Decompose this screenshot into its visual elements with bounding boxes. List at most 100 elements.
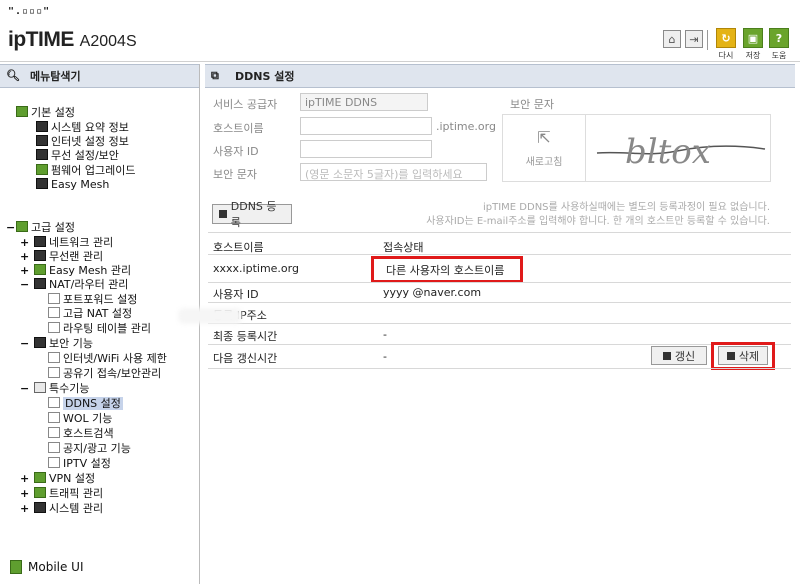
- tree-item-host-search[interactable]: 호스트검색: [48, 427, 114, 440]
- tree-advanced-settings[interactable]: 고급 설정: [16, 221, 75, 234]
- host-suffix: .iptime.org: [436, 120, 496, 133]
- captcha-box: ⇱ 새로고침 bltox: [502, 114, 771, 182]
- mesh-icon: [36, 178, 48, 189]
- tree-item-network[interactable]: 네트워크 관리: [34, 236, 113, 249]
- page-icon: [48, 397, 60, 408]
- expand-icon[interactable]: +: [20, 472, 29, 485]
- monitor-icon: [36, 135, 48, 146]
- tree-item-easymesh-mgmt[interactable]: Easy Mesh 관리: [34, 264, 131, 277]
- tree-basic-settings[interactable]: 기본 설정: [16, 106, 75, 119]
- tree-item-access-limit[interactable]: 인터넷/WiFi 사용 제한: [48, 352, 167, 365]
- router-icon: [34, 278, 46, 289]
- collapse-icon[interactable]: −: [20, 278, 29, 291]
- tree-item-advanced-nat[interactable]: 고급 NAT 설정: [48, 307, 132, 320]
- tree-item-easymesh[interactable]: Easy Mesh: [36, 178, 109, 191]
- hint-line-1: ipTIME DDNS를 사용하실때에는 별도의 등록과정이 필요 없습니다.: [482, 202, 770, 213]
- tree-item-routing[interactable]: 라우팅 테이블 관리: [48, 322, 151, 335]
- logo: ipTIME A2004S: [8, 28, 137, 52]
- page-icon: [48, 322, 60, 333]
- folder-icon: [34, 382, 46, 393]
- tree-item-traffic[interactable]: 트래픽 관리: [34, 487, 103, 500]
- page-icon: [48, 307, 60, 318]
- traffic-icon: [34, 487, 46, 498]
- header: ".▫▫▫" ipTIME A2004S ⌂ ⇥ ↻ 다시 ▣ 저장 ? 도움: [0, 0, 800, 62]
- logout-icon[interactable]: ⇥: [685, 30, 703, 48]
- logo-brand: ipTIME: [8, 28, 74, 51]
- tree-item-vpn[interactable]: VPN 설정: [34, 472, 95, 485]
- highlight-status: [371, 256, 523, 283]
- collapse-icon[interactable]: −: [6, 221, 15, 234]
- col-host-header: 호스트이름: [213, 241, 264, 254]
- mobile-icon: [10, 560, 22, 574]
- captcha-text: bltox: [625, 132, 711, 172]
- tree-item-notice[interactable]: 공지/광고 기능: [48, 442, 131, 455]
- page-icon: [48, 293, 60, 304]
- divider: [208, 323, 791, 324]
- tree-item-internet-info[interactable]: 인터넷 설정 정보: [36, 135, 129, 148]
- captcha-input[interactable]: (영문 소문자 5글자)를 입력하세요: [300, 163, 487, 181]
- host-value: xxxx.iptime.org: [213, 262, 299, 275]
- collapse-icon[interactable]: −: [20, 382, 29, 395]
- ddns-register-button[interactable]: DDNS 등록: [212, 200, 292, 229]
- tree-item-wlan[interactable]: 무선랜 관리: [34, 250, 103, 263]
- col-status-header: 접속상태: [383, 241, 424, 254]
- expand-icon[interactable]: +: [20, 502, 29, 515]
- page-icon: [48, 412, 60, 423]
- host-label: 호스트이름: [213, 122, 264, 135]
- tree-item-portforward[interactable]: 포트포워드 설정: [48, 293, 137, 306]
- captcha-refresh-button[interactable]: ⇱ 새로고침: [503, 115, 586, 181]
- mesh-icon: [34, 264, 46, 275]
- upgrade-icon: [36, 164, 48, 175]
- divider: [208, 368, 791, 369]
- captcha-image: bltox: [596, 132, 766, 172]
- host-input[interactable]: [300, 117, 432, 135]
- tree-item-security[interactable]: 보안 기능: [34, 337, 93, 350]
- user-id-label: 사용자 ID: [213, 145, 259, 158]
- provider-label: 서비스 공급자: [213, 98, 278, 111]
- tree-item-router-security[interactable]: 공유기 접속/보안관리: [48, 367, 161, 380]
- logo-model: A2004S: [79, 33, 137, 50]
- ddns-header: ⧉ DDNS 설정: [205, 64, 795, 88]
- page-icon: [48, 367, 60, 378]
- home-icon[interactable]: ⌂: [663, 30, 681, 48]
- tree-item-system-summary[interactable]: 시스템 요약 정보: [36, 121, 129, 134]
- divider: [208, 254, 791, 255]
- hint-line-2: 사용자ID는 E-mail주소를 입력해야 합니다. 한 개의 호스트만 등록할…: [426, 216, 770, 227]
- tree-item-firmware[interactable]: 펌웨어 업그레이드: [36, 164, 135, 177]
- refresh-icon: ⇱: [537, 128, 551, 147]
- next-time-label: 다음 갱신시간: [213, 352, 278, 365]
- vpn-icon: [34, 472, 46, 483]
- wifi-icon: [34, 250, 46, 261]
- expand-icon[interactable]: +: [20, 264, 29, 277]
- next-time-value: -: [383, 350, 387, 363]
- refresh-label: 다시: [718, 51, 734, 60]
- captcha-box-label: 보안 문자: [510, 98, 554, 111]
- tree-item-system-mgmt[interactable]: 시스템 관리: [34, 502, 103, 515]
- user-id-input[interactable]: [300, 140, 432, 158]
- last-time-label: 최종 등록시간: [213, 330, 278, 343]
- refresh-icon[interactable]: ↻: [716, 28, 736, 48]
- expand-icon[interactable]: +: [20, 487, 29, 500]
- main-panel: ⧉ DDNS 설정 서비스 공급자 ipTIME DDNS 보안 문자 호스트이…: [205, 64, 800, 584]
- renew-icon: [662, 351, 671, 360]
- help-label: 도움: [771, 51, 787, 60]
- divider: [208, 232, 791, 233]
- tree-item-special[interactable]: 특수기능: [34, 382, 89, 395]
- save-icon[interactable]: ▣: [743, 28, 763, 48]
- register-icon: [219, 210, 227, 218]
- expand-icon[interactable]: +: [20, 250, 29, 263]
- page-icon: [48, 457, 60, 468]
- tree-item-ddns[interactable]: DDNS 설정: [48, 397, 123, 410]
- search-icon: 🔍︎: [6, 69, 20, 82]
- tree-item-wol[interactable]: WOL 기능: [48, 412, 112, 425]
- tree-item-wireless[interactable]: 무선 설정/보안: [36, 149, 119, 162]
- mobile-ui-link[interactable]: Mobile UI: [10, 560, 84, 574]
- expand-icon[interactable]: +: [20, 236, 29, 249]
- tree-item-iptv[interactable]: IPTV 설정: [48, 457, 111, 470]
- sidebar-header: 🔍︎ 메뉴탐색기: [0, 64, 199, 88]
- tree-item-nat[interactable]: NAT/라우터 관리: [34, 278, 128, 291]
- collapse-icon[interactable]: −: [20, 337, 29, 350]
- divider: [208, 302, 791, 303]
- help-icon[interactable]: ?: [769, 28, 789, 48]
- renew-button[interactable]: 갱신: [651, 346, 707, 365]
